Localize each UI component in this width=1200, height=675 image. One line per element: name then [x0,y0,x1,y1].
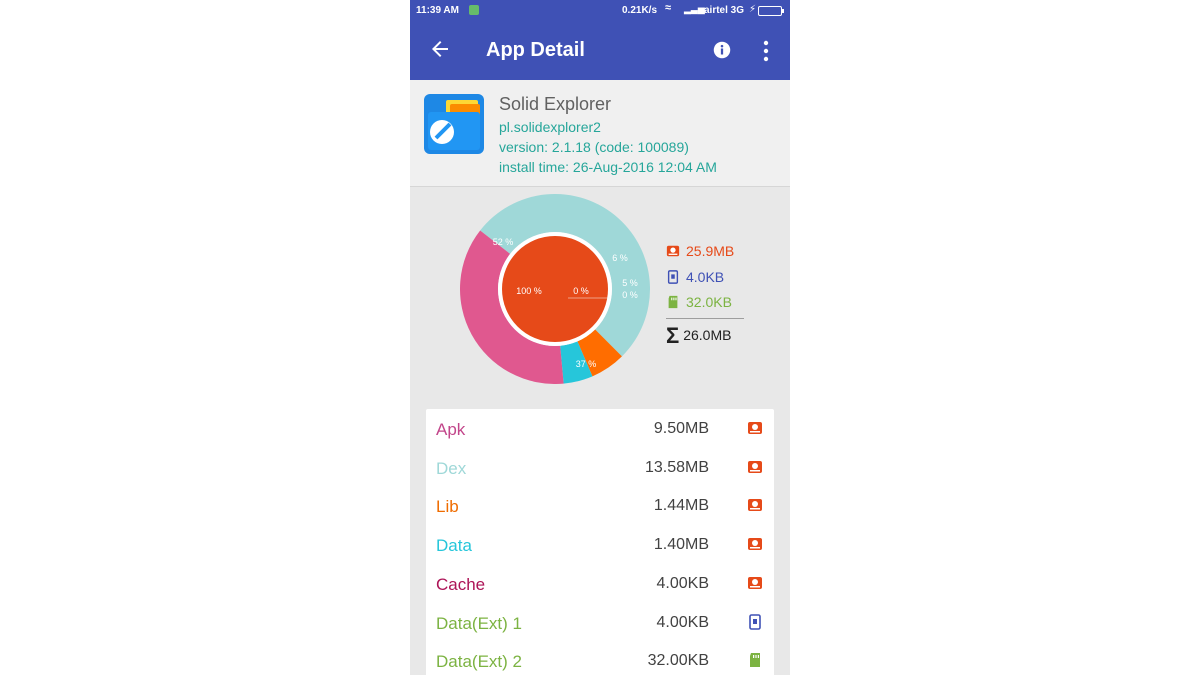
list-item-size: 32.00KB [647,652,709,670]
list-item[interactable]: Cache 4.00KB [426,565,774,603]
back-arrow-icon[interactable] [428,36,452,62]
outer-label-apk: 37 % [576,359,597,369]
status-carrier: airtel 3G [704,5,745,16]
list-item-label: Dex [436,458,467,478]
legend-internal: 25.9MB [666,243,734,259]
list-item-label: Data(Ext) 1 [436,613,522,633]
legend-total: Σ 26.0MB [666,323,731,349]
inner-label-left: 100 % [516,286,542,296]
status-time: 11:39 AM [416,5,459,16]
app-bar: App Detail [410,22,790,80]
storage-chart-area: 100 % 0 % 52 % 6 % 5 % 0 % 37 % 25.9MB 4… [410,187,790,405]
phone-screen: 11:39 AM 0.21K/s ≈ ▂▃▅ airtel 3G ⚡ App D… [410,0,790,675]
list-item[interactable]: Data(Ext) 2 32.00KB [426,642,774,675]
phone-storage-icon [749,613,761,630]
internal-storage-icon [748,422,762,434]
list-item[interactable]: Lib 1.44MB [426,487,774,525]
internal-storage-icon [748,460,762,473]
list-item[interactable]: Dex 13.58MB [426,449,774,487]
internal-storage-icon [748,576,762,589]
list-item-size: 1.44MB [653,497,709,515]
status-speed: 0.21K/s [622,5,658,16]
outer-label-data: 5 % [622,278,638,288]
legend-external-value: 4.0KB [686,269,725,285]
internal-storage-icon [748,499,762,512]
solid-explorer-app-icon [424,94,484,154]
app-version: version: 2.1.18 (code: 100089) [499,139,689,155]
list-item-size: 1.40MB [653,536,709,554]
outer-label-lib: 6 % [612,253,628,263]
list-item-label: Data(Ext) 2 [436,652,522,672]
sd-card-icon [668,295,678,309]
storage-donut-chart: 100 % 0 % 52 % 6 % 5 % 0 % 37 % [460,194,650,384]
list-item-label: Data [436,536,472,556]
legend-divider [666,318,744,319]
outer-label-dex: 52 % [493,237,514,247]
package-name: pl.solidexplorer2 [499,119,601,135]
sigma-icon: Σ [666,323,680,348]
charging-icon: ⚡ [749,4,757,15]
app-info-header: Solid Explorer pl.solidexplorer2 version… [410,80,790,187]
legend-total-value: 26.0MB [683,327,732,343]
storage-breakdown-list: Apk 9.50MB Dex 13.58MB Lib 1.44MB Data 1.40MB Ca… [426,409,774,675]
status-bar: 11:39 AM 0.21K/s ≈ ▂▃▅ airtel 3G ⚡ [410,0,790,22]
list-item-label: Lib [436,497,459,517]
legend-sd-card: 32.0KB [666,294,732,310]
list-item[interactable]: Apk 9.50MB [426,410,774,448]
legend-internal-value: 25.9MB [686,243,735,259]
signal-icon: ▂▃▅ [684,4,705,14]
internal-storage-icon [666,245,680,257]
sd-card-icon [750,653,760,668]
notification-icon [469,5,479,15]
list-item-size: 13.58MB [644,458,709,476]
legend-external: 4.0KB [666,269,724,285]
phone-storage-icon [667,270,679,284]
wifi-icon: ≈ [665,2,672,14]
outer-label-cache: 0 % [622,290,638,300]
page-title: App Detail [486,39,585,61]
list-item-size: 4.00KB [656,574,709,592]
list-item[interactable]: Data(Ext) 1 4.00KB [426,604,774,642]
install-time: install time: 26-Aug-2016 12:04 AM [499,159,717,175]
info-icon[interactable] [713,41,731,59]
battery-icon [758,6,784,16]
inner-label-right: 0 % [573,286,589,296]
internal-storage-icon [748,538,762,551]
list-item-size: 9.50MB [653,420,709,437]
list-item-label: Apk [436,420,466,439]
list-item[interactable]: Data 1.40MB [426,526,774,564]
list-item-size: 4.00KB [656,613,709,631]
app-name: Solid Explorer [499,94,612,114]
more-vert-icon[interactable] [760,40,772,62]
legend-sd-card-value: 32.0KB [686,294,732,310]
list-item-label: Cache [436,574,486,594]
